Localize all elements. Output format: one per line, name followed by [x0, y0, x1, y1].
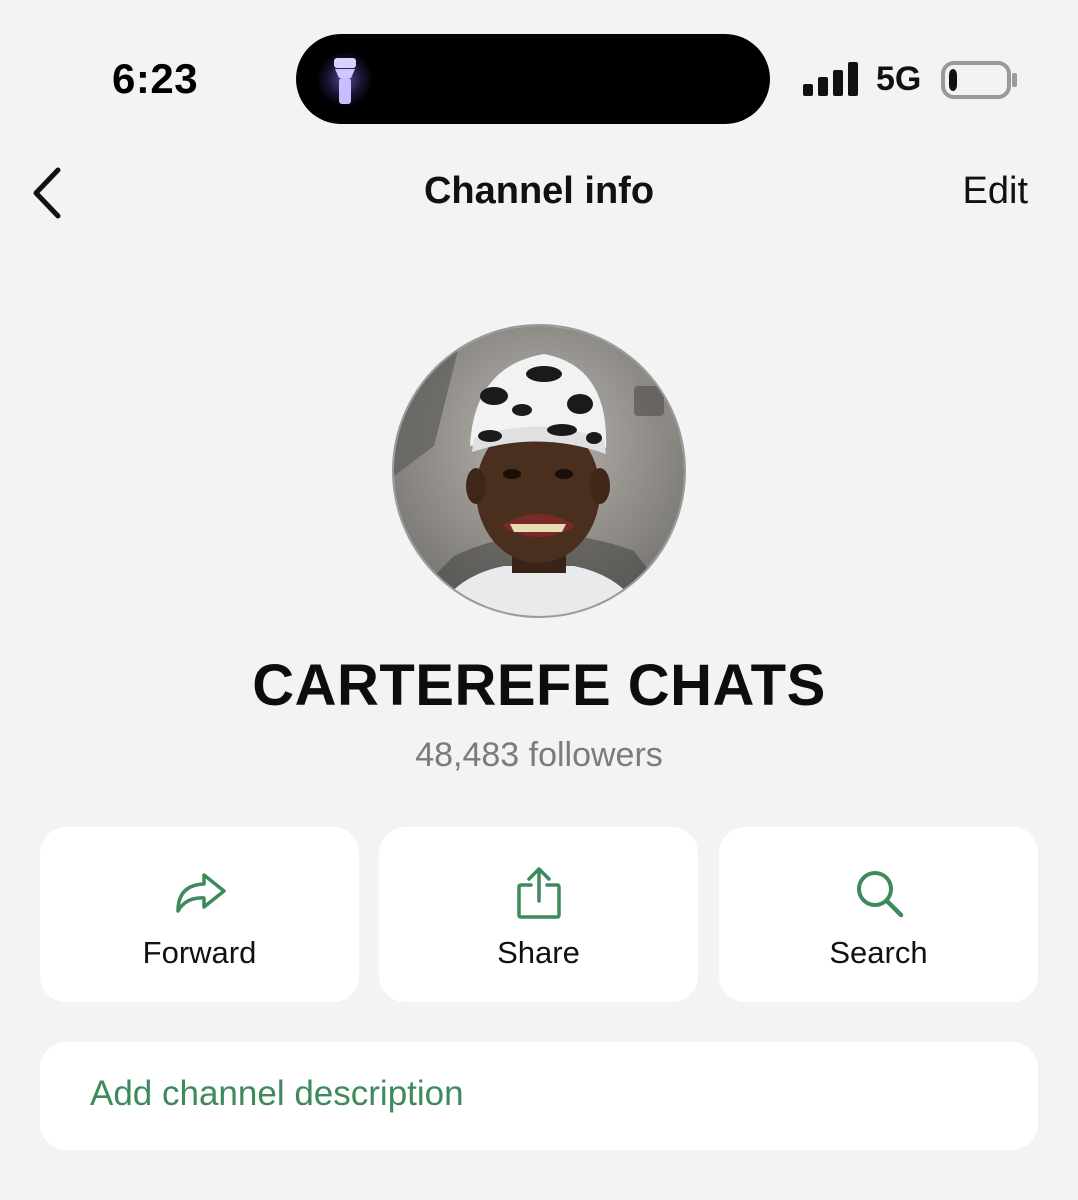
add-description-button[interactable]: Add channel description — [40, 1042, 1038, 1150]
avatar-photo — [394, 326, 684, 616]
network-type: 5G — [876, 60, 922, 98]
page-title: Channel info — [423, 170, 655, 212]
channel-name: CARTEREFE CHATS — [252, 653, 826, 718]
battery-icon — [941, 61, 1017, 99]
signal-strength-icon — [803, 62, 858, 96]
add-description-label: Add channel description — [90, 1074, 464, 1113]
search-button[interactable]: Search — [719, 827, 1038, 1002]
search-label: Search — [829, 935, 928, 970]
share-button[interactable]: Share — [379, 827, 698, 1002]
forward-icon — [175, 873, 226, 913]
followers-count: 48,483 followers — [415, 736, 663, 774]
dynamic-island — [296, 34, 770, 124]
share-icon — [516, 867, 561, 919]
forward-label: Forward — [142, 935, 257, 970]
search-icon — [856, 871, 903, 918]
share-label: Share — [497, 935, 580, 970]
status-time: 6:23 — [112, 55, 199, 102]
channel-avatar[interactable] — [392, 324, 686, 618]
forward-button[interactable]: Forward — [40, 827, 359, 1002]
flashlight-icon — [334, 58, 356, 104]
edit-button[interactable]: Edit — [963, 170, 1028, 213]
